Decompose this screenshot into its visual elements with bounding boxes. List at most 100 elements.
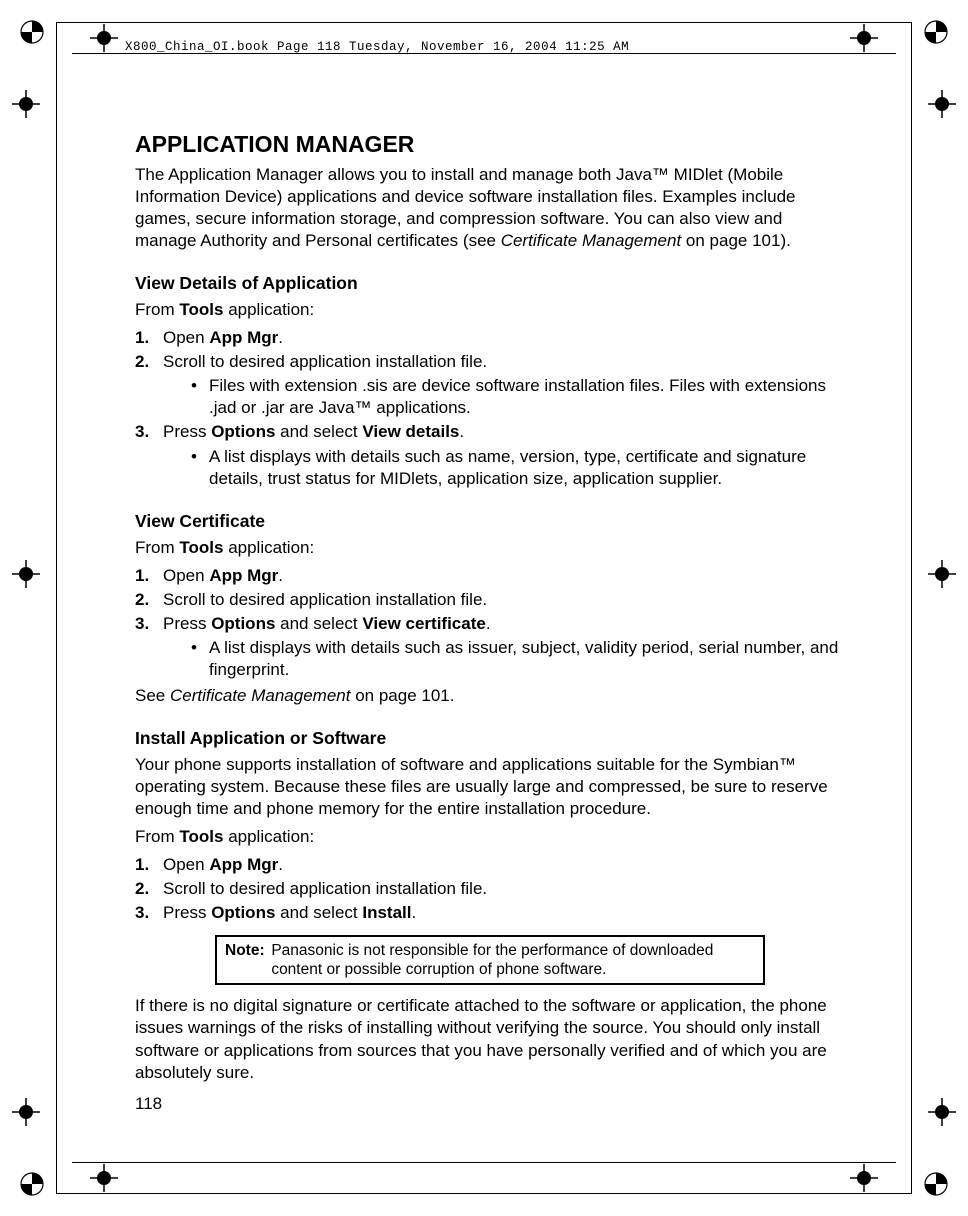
step-number: 2. xyxy=(135,351,149,373)
page-title: APPLICATION MANAGER xyxy=(135,130,845,160)
step-number: 1. xyxy=(135,854,149,876)
from-line: From Tools application: xyxy=(135,826,845,848)
text-italic: Certificate Management xyxy=(170,686,350,705)
text: on page 101. xyxy=(350,686,454,705)
page-header: X800_China_OI.book Page 118 Tuesday, Nov… xyxy=(125,40,629,54)
step-number: 2. xyxy=(135,589,149,611)
from-line: From Tools application: xyxy=(135,299,845,321)
section-heading: View Certificate xyxy=(135,510,845,533)
text-bold: App Mgr xyxy=(209,328,278,347)
registration-mark-icon xyxy=(90,24,118,52)
text-bold: Tools xyxy=(179,827,223,846)
registration-mark-icon xyxy=(850,1164,878,1192)
text: application: xyxy=(223,538,314,557)
step-item: 1. Open App Mgr. xyxy=(135,565,845,587)
step-list: 1. Open App Mgr. 2. Scroll to desired ap… xyxy=(135,327,845,490)
corner-mark-icon xyxy=(20,20,44,44)
registration-mark-icon xyxy=(928,1098,956,1126)
step-item: 1. Open App Mgr. xyxy=(135,854,845,876)
text: Scroll to desired application installati… xyxy=(163,590,487,609)
step-list: 1. Open App Mgr. 2. Scroll to desired ap… xyxy=(135,565,845,681)
registration-mark-icon xyxy=(12,560,40,588)
text: Press xyxy=(163,903,211,922)
step-item: 1. Open App Mgr. xyxy=(135,327,845,349)
text-bold: Install xyxy=(362,903,411,922)
registration-mark-icon xyxy=(12,1098,40,1126)
registration-mark-icon xyxy=(928,560,956,588)
note-box: Note: Panasonic is not responsible for t… xyxy=(215,935,765,986)
text: application: xyxy=(223,300,314,319)
text: . xyxy=(278,855,283,874)
text: and select xyxy=(275,422,362,441)
text: and select xyxy=(275,614,362,633)
text: on page 101). xyxy=(681,231,791,250)
step-item: 3. Press Options and select View details… xyxy=(135,421,845,489)
registration-mark-icon xyxy=(90,1164,118,1192)
text: From xyxy=(135,827,179,846)
text: and select xyxy=(275,903,362,922)
step-item: 3. Press Options and select View certifi… xyxy=(135,613,845,681)
section-heading: Install Application or Software xyxy=(135,727,845,750)
text: Open xyxy=(163,855,209,874)
bullet-item: A list displays with details such as iss… xyxy=(163,637,845,681)
step-number: 1. xyxy=(135,565,149,587)
text-bold: Options xyxy=(211,614,275,633)
text: Press xyxy=(163,422,211,441)
bullet-list: Files with extension .sis are device sof… xyxy=(163,375,845,419)
text: . xyxy=(486,614,491,633)
text: Open xyxy=(163,328,209,347)
step-item: 2. Scroll to desired application install… xyxy=(135,878,845,900)
crop-line xyxy=(72,1162,896,1163)
page-content: APPLICATION MANAGER The Application Mana… xyxy=(135,130,845,1090)
section-heading: View Details of Application xyxy=(135,272,845,295)
text: Scroll to desired application installati… xyxy=(163,352,487,371)
step-number: 3. xyxy=(135,421,149,443)
text-bold: View details xyxy=(362,422,459,441)
text: . xyxy=(411,903,416,922)
text: Press xyxy=(163,614,211,633)
intro-paragraph: Your phone supports installation of soft… xyxy=(135,754,845,820)
text: application: xyxy=(223,827,314,846)
text: . xyxy=(278,566,283,585)
text-bold: Options xyxy=(211,903,275,922)
step-number: 3. xyxy=(135,902,149,924)
text-bold: App Mgr xyxy=(209,855,278,874)
registration-mark-icon xyxy=(928,90,956,118)
text: From xyxy=(135,300,179,319)
step-number: 2. xyxy=(135,878,149,900)
step-number: 3. xyxy=(135,613,149,635)
crop-line xyxy=(56,22,57,1194)
text: From xyxy=(135,538,179,557)
corner-mark-icon xyxy=(924,1172,948,1196)
text-bold: View certificate xyxy=(362,614,485,633)
step-item: 3. Press Options and select Install. xyxy=(135,902,845,924)
text: . xyxy=(459,422,464,441)
text-bold: Tools xyxy=(179,300,223,319)
text: See xyxy=(135,686,170,705)
bullet-list: A list displays with details such as iss… xyxy=(163,637,845,681)
bullet-item: Files with extension .sis are device sof… xyxy=(163,375,845,419)
registration-mark-icon xyxy=(850,24,878,52)
text-bold: Tools xyxy=(179,538,223,557)
from-line: From Tools application: xyxy=(135,537,845,559)
text-bold: App Mgr xyxy=(209,566,278,585)
text-bold: Options xyxy=(211,422,275,441)
text: . xyxy=(278,328,283,347)
note-body: Panasonic is not responsible for the per… xyxy=(271,941,731,980)
intro-paragraph: The Application Manager allows you to in… xyxy=(135,164,845,252)
text-italic: Certificate Management xyxy=(501,231,681,250)
note-label: Note: xyxy=(225,941,267,960)
registration-mark-icon xyxy=(12,90,40,118)
corner-mark-icon xyxy=(924,20,948,44)
see-line: See Certificate Management on page 101. xyxy=(135,685,845,707)
text: Scroll to desired application installati… xyxy=(163,879,487,898)
bullet-item: A list displays with details such as nam… xyxy=(163,446,845,490)
corner-mark-icon xyxy=(20,1172,44,1196)
page-number: 118 xyxy=(135,1094,162,1114)
crop-line xyxy=(911,22,912,1194)
crop-line xyxy=(56,1193,912,1194)
crop-line xyxy=(56,22,912,23)
after-note-paragraph: If there is no digital signature or cert… xyxy=(135,995,845,1083)
step-item: 2. Scroll to desired application install… xyxy=(135,589,845,611)
step-item: 2. Scroll to desired application install… xyxy=(135,351,845,419)
